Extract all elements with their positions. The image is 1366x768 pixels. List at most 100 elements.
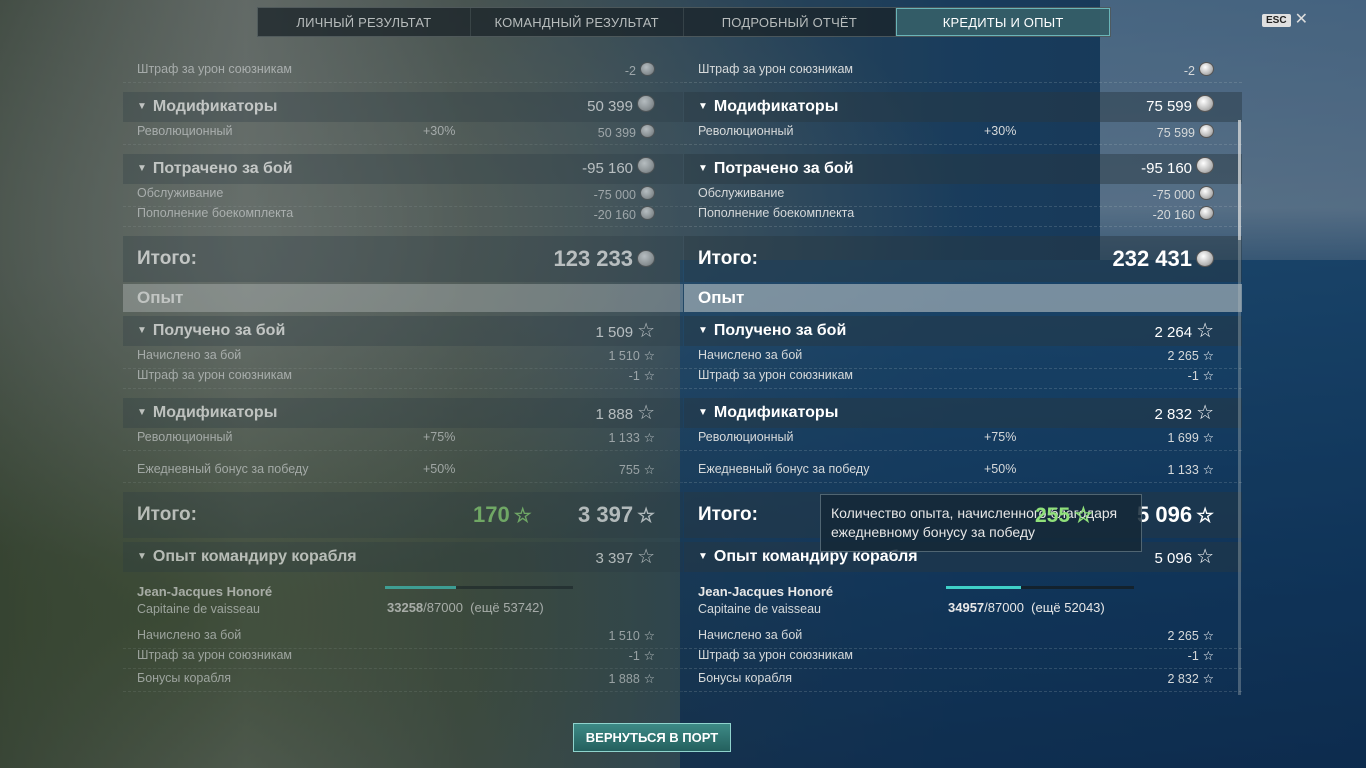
credits-icon	[1199, 124, 1214, 138]
xp-star-icon: ☆	[1196, 505, 1214, 527]
xp-star-icon: ☆	[1202, 463, 1214, 477]
triangle-down-icon: ▼	[137, 551, 147, 562]
commander-ship-bonus-row: Бонусы корабля 1 888 ☆	[123, 671, 683, 692]
credits-icon	[1199, 186, 1214, 200]
triangle-down-icon: ▼	[137, 163, 147, 174]
tab-team-result[interactable]: КОМАНДНЫЙ РЕЗУЛЬТАТ	[471, 8, 684, 36]
xp-star-icon: ☆	[637, 320, 655, 342]
credits-total-row: Итого: 123 233	[123, 236, 683, 282]
credits-spent-section[interactable]: ▼ Потрачено за бой -95 160	[123, 154, 683, 184]
commander-accrued-row: Начислено за бой 1 510 ☆	[123, 628, 683, 649]
credits-icon	[1196, 95, 1214, 112]
triangle-down-icon: ▼	[137, 407, 147, 418]
commander-penalty-row: Штраф за урон союзникам -1 ☆	[123, 648, 683, 669]
tab-personal-result[interactable]: ЛИЧНЫЙ РЕЗУЛЬТАТ	[258, 8, 471, 36]
commander-xp-section[interactable]: ▼ Опыт командиру корабля 3 397 ☆	[123, 542, 683, 572]
credits-modifiers-section[interactable]: ▼ Модификаторы 75 599	[684, 92, 1242, 122]
credits-icon	[1199, 62, 1214, 76]
credits-ammo-row: Пополнение боекомплекта -20 160	[123, 206, 683, 227]
credits-spent-section[interactable]: ▼ Потрачено за бой -95 160	[684, 154, 1242, 184]
xp-star-icon: ☆	[1202, 431, 1214, 445]
esc-key-label: ESC	[1262, 13, 1291, 27]
return-to-port-button[interactable]: ВЕРНУТЬСЯ В ПОРТ	[573, 723, 731, 752]
commander-penalty-row: Штраф за урон союзникам -1 ☆	[684, 648, 1242, 669]
credits-ammo-row: Пополнение боекомплекта -20 160	[684, 206, 1242, 227]
credits-icon	[640, 62, 655, 76]
daily-bonus-tooltip: Количество опыта, начисленного благодаря…	[820, 494, 1142, 552]
triangle-down-icon: ▼	[137, 101, 147, 112]
commander-name: Jean-Jacques Honoré	[698, 584, 834, 599]
commander-xp-bar	[385, 586, 573, 589]
xp-accrued-row: Начислено за бой 1 510 ☆	[123, 348, 683, 369]
credits-total-row: Итого: 232 431	[684, 236, 1242, 282]
panel-premium: Штраф за урон союзникам -2 ▼ Модификаторы…	[684, 40, 1242, 700]
xp-star-icon: ☆	[1196, 320, 1214, 342]
triangle-down-icon: ▼	[698, 325, 708, 336]
xp-star-icon: ☆	[643, 629, 655, 643]
xp-star-icon: ☆	[643, 649, 655, 663]
xp-star-icon: ☆	[1202, 649, 1214, 663]
xp-star-icon: ☆	[643, 672, 655, 686]
credits-penalty-row: Штраф за урон союзникам -2	[684, 62, 1242, 83]
tab-credits-and-xp[interactable]: КРЕДИТЫ И ОПЫТ	[896, 8, 1110, 36]
scrollbar[interactable]	[1238, 120, 1241, 695]
credits-revolutionary-row: Революционный +30% 50 399	[123, 124, 683, 145]
credits-icon	[640, 124, 655, 138]
xp-star-icon: ☆	[1202, 629, 1214, 643]
xp-earned-section[interactable]: ▼ Получено за бой 1 509 ☆	[123, 316, 683, 346]
xp-star-icon: ☆	[513, 505, 532, 527]
credits-service-row: Обслуживание -75 000	[684, 186, 1242, 207]
xp-star-icon: ☆	[643, 369, 655, 383]
xp-header: Опыт	[123, 284, 683, 312]
tab-detailed-report[interactable]: ПОДРОБНЫЙ ОТЧЁТ	[684, 8, 897, 36]
xp-earned-section[interactable]: ▼ Получено за бой 2 264 ☆	[684, 316, 1242, 346]
xp-revolutionary-row: Революционный +75% 1 699 ☆	[684, 430, 1242, 451]
xp-total-row: Итого: 170 ☆ 3 397 ☆	[123, 492, 683, 538]
xp-daily-bonus-row: Ежедневный бонус за победу +50% 1 133 ☆	[684, 462, 1242, 483]
commander-rank: Capitaine de vaisseau	[137, 602, 260, 616]
xp-star-icon: ☆	[637, 402, 655, 424]
xp-star-icon: ☆	[643, 349, 655, 363]
xp-modifiers-section[interactable]: ▼ Модификаторы 2 832 ☆	[684, 398, 1242, 428]
xp-penalty-row: Штраф за урон союзникам -1 ☆	[684, 368, 1242, 389]
close-icon: ✕	[1294, 11, 1308, 28]
credits-modifiers-section[interactable]: ▼ Модификаторы 50 399	[123, 92, 683, 122]
triangle-down-icon: ▼	[698, 101, 708, 112]
xp-revolutionary-row: Революционный +75% 1 133 ☆	[123, 430, 683, 451]
credits-icon	[1199, 206, 1214, 220]
xp-star-icon: ☆	[1196, 546, 1214, 568]
credits-icon	[1196, 157, 1214, 174]
triangle-down-icon: ▼	[698, 163, 708, 174]
credits-icon	[640, 206, 655, 220]
commander-info: Jean-Jacques Honoré Capitaine de vaissea…	[684, 582, 1242, 624]
xp-header: Опыт	[684, 284, 1242, 312]
xp-star-icon: ☆	[643, 463, 655, 477]
commander-rank: Capitaine de vaisseau	[698, 602, 821, 616]
xp-total-bonus-value: 255 ☆	[1035, 504, 1093, 527]
xp-star-icon: ☆	[1202, 369, 1214, 383]
triangle-down-icon: ▼	[698, 407, 708, 418]
credits-penalty-row: Штраф за урон союзникам -2	[123, 62, 683, 83]
xp-star-icon: ☆	[637, 505, 655, 527]
xp-star-icon: ☆	[1202, 349, 1214, 363]
credits-revolutionary-row: Революционный +30% 75 599	[684, 124, 1242, 145]
panel-standard: Штраф за урон союзникам -2 ▼ Модификаторы…	[123, 40, 683, 700]
triangle-down-icon: ▼	[137, 325, 147, 336]
xp-star-icon: ☆	[1202, 672, 1214, 686]
triangle-down-icon: ▼	[698, 551, 708, 562]
xp-modifiers-section[interactable]: ▼ Модификаторы 1 888 ☆	[123, 398, 683, 428]
xp-accrued-row: Начислено за бой 2 265 ☆	[684, 348, 1242, 369]
credits-icon	[1196, 250, 1214, 267]
xp-star-icon: ☆	[1074, 504, 1093, 527]
credits-icon	[640, 186, 655, 200]
result-tabs: ЛИЧНЫЙ РЕЗУЛЬТАТ КОМАНДНЫЙ РЕЗУЛЬТАТ ПОД…	[257, 7, 1111, 37]
scrollbar-thumb[interactable]	[1238, 120, 1241, 240]
esc-close-button[interactable]: ESC ✕	[1262, 11, 1308, 28]
credits-icon	[637, 95, 655, 112]
commander-ship-bonus-row: Бонусы корабля 2 832 ☆	[684, 671, 1242, 692]
credits-icon	[637, 157, 655, 174]
xp-star-icon: ☆	[643, 431, 655, 445]
xp-penalty-row: Штраф за урон союзникам -1 ☆	[123, 368, 683, 389]
xp-daily-bonus-row: Ежедневный бонус за победу +50% 755 ☆	[123, 462, 683, 483]
credits-service-row: Обслуживание -75 000	[123, 186, 683, 207]
